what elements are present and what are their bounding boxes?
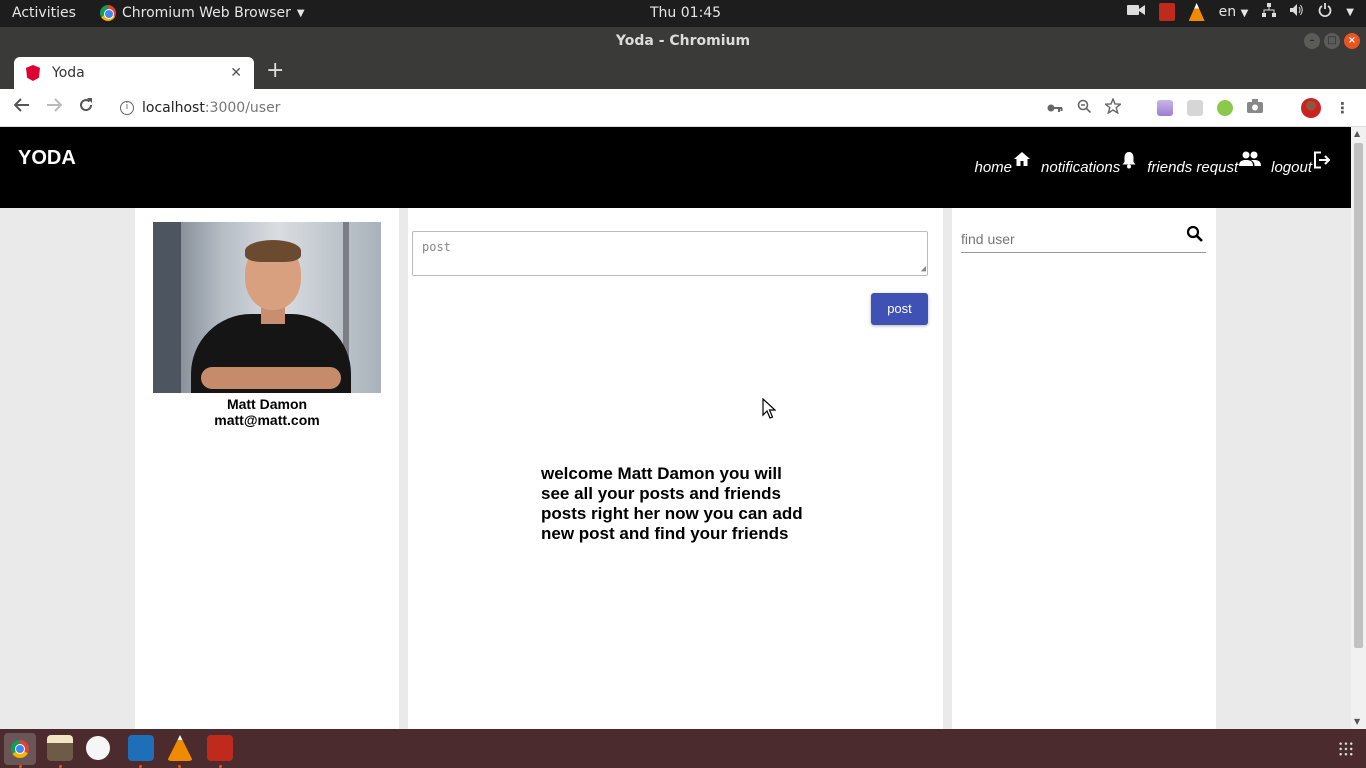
brand-logo[interactable]: YODA: [18, 147, 76, 170]
network-icon[interactable]: [1262, 3, 1277, 21]
mouse-cursor-icon: [762, 398, 776, 419]
chromium-icon: [11, 740, 29, 758]
site-info-icon[interactable]: i: [120, 101, 134, 115]
dock-vlc-icon[interactable]: [167, 735, 193, 761]
tab-title: Yoda: [52, 65, 85, 81]
find-user-input[interactable]: find user: [961, 222, 1206, 253]
power-icon[interactable]: [1318, 3, 1332, 21]
window-title: Yoda - Chromium: [615, 33, 751, 49]
scroll-down-arrow-icon[interactable]: ▼: [1354, 717, 1360, 726]
profile-photo: [153, 222, 381, 393]
feed-panel: post ◢ post welcome Matt Damon you will …: [408, 208, 943, 729]
bell-icon: [1122, 152, 1136, 169]
app-header: YODA home notifications friends requst l…: [0, 127, 1351, 208]
activities-button[interactable]: Activities: [12, 5, 76, 21]
dock-rhythmbox-icon[interactable]: [86, 736, 110, 760]
show-applications-icon[interactable]: [1338, 741, 1354, 757]
scrollbar-thumb[interactable]: [1354, 143, 1363, 648]
extension-icon[interactable]: [1157, 100, 1173, 116]
system-tray: en ▼ ▼: [1126, 3, 1354, 21]
logout-icon: [1314, 151, 1331, 169]
nav-friends-requests-label: friends requst: [1147, 159, 1239, 176]
scroll-up-arrow-icon[interactable]: ▲: [1354, 129, 1360, 138]
cast-extension-icon[interactable]: [1187, 100, 1203, 116]
profile-name: Matt Damon: [226, 396, 308, 412]
kebab-menu-icon[interactable]: ⋮: [1335, 99, 1350, 117]
language-indicator[interactable]: en ▼: [1219, 4, 1249, 20]
dock-filezilla-icon[interactable]: [207, 735, 233, 761]
key-icon[interactable]: [1047, 99, 1063, 117]
home-icon: [1014, 152, 1031, 166]
url-path: :3000/user: [204, 100, 281, 116]
search-panel: find user: [952, 208, 1216, 729]
page-viewport: YODA home notifications friends requst l…: [0, 127, 1351, 729]
bookmark-star-icon[interactable]: [1103, 97, 1123, 118]
new-tab-button[interactable]: +: [266, 60, 284, 82]
nav-notifications[interactable]: notifications: [1041, 152, 1137, 176]
nav-logout[interactable]: logout: [1271, 151, 1331, 176]
vlc-tray-icon[interactable]: [1188, 3, 1205, 21]
main-nav: home notifications friends requst logout: [974, 151, 1331, 176]
url-host: localhost: [142, 100, 205, 116]
app-menu-label: Chromium Web Browser: [122, 5, 291, 21]
zoom-icon[interactable]: [1077, 99, 1092, 117]
nodejs-extension-icon[interactable]: [1217, 100, 1233, 116]
dock-vscode-icon[interactable]: [128, 735, 154, 761]
minimize-button[interactable]: –: [1304, 33, 1320, 49]
close-window-button[interactable]: ×: [1344, 33, 1360, 49]
browser-toolbar: i localhost:3000/user ⋮: [0, 89, 1366, 127]
filezilla-tray-icon[interactable]: [1158, 3, 1175, 21]
people-icon: [1239, 151, 1262, 166]
system-menu-caret-icon[interactable]: ▼: [1346, 7, 1354, 18]
app-menu[interactable]: Chromium Web Browser ▼: [100, 5, 305, 21]
nav-notifications-label: notifications: [1041, 159, 1121, 176]
profile-email: matt@matt.com: [214, 412, 320, 428]
resize-handle-icon[interactable]: ◢: [921, 264, 926, 274]
nav-logout-label: logout: [1271, 159, 1312, 176]
post-textarea[interactable]: post ◢: [412, 231, 928, 276]
dock-chromium-active[interactable]: [4, 733, 36, 765]
clock[interactable]: Thu 01:45: [650, 5, 721, 21]
profile-panel: Matt Damon matt@matt.com: [135, 208, 399, 729]
find-user-placeholder: find user: [961, 231, 1015, 247]
tab-yoda[interactable]: Yoda ✕: [14, 57, 254, 89]
reload-icon[interactable]: [70, 97, 102, 118]
close-tab-icon[interactable]: ✕: [230, 65, 242, 81]
maximize-button[interactable]: □: [1324, 33, 1340, 49]
tab-strip: Yoda ✕ +: [0, 55, 1366, 89]
forward-arrow-icon[interactable]: [38, 97, 70, 118]
profile-avatar[interactable]: [1301, 98, 1321, 118]
angular-favicon-icon: [26, 65, 40, 81]
back-arrow-icon[interactable]: [6, 97, 38, 118]
dock-files-icon[interactable]: [47, 735, 73, 761]
welcome-message: welcome Matt Damon you will see all your…: [541, 464, 803, 543]
chromium-icon: [100, 5, 116, 21]
search-icon[interactable]: [1186, 225, 1204, 243]
screenshot-camera-icon[interactable]: [1247, 99, 1263, 117]
nav-home-label: home: [974, 159, 1013, 176]
post-button[interactable]: post: [871, 293, 928, 325]
post-placeholder: post: [422, 240, 451, 254]
camera-icon[interactable]: [1126, 3, 1145, 21]
nav-friends-requests[interactable]: friends requst: [1147, 151, 1262, 176]
window-title-bar: Yoda - Chromium – □ ×: [0, 27, 1366, 55]
address-bar[interactable]: i localhost:3000/user: [112, 95, 1147, 121]
caret-down-icon: ▼: [296, 7, 305, 19]
system-top-bar: Activities Chromium Web Browser ▼ Thu 01…: [0, 0, 1366, 27]
dock: [0, 729, 1366, 768]
nav-home[interactable]: home: [974, 152, 1031, 176]
page-scrollbar[interactable]: ▲ ▼: [1351, 127, 1366, 729]
volume-icon[interactable]: [1290, 3, 1304, 21]
